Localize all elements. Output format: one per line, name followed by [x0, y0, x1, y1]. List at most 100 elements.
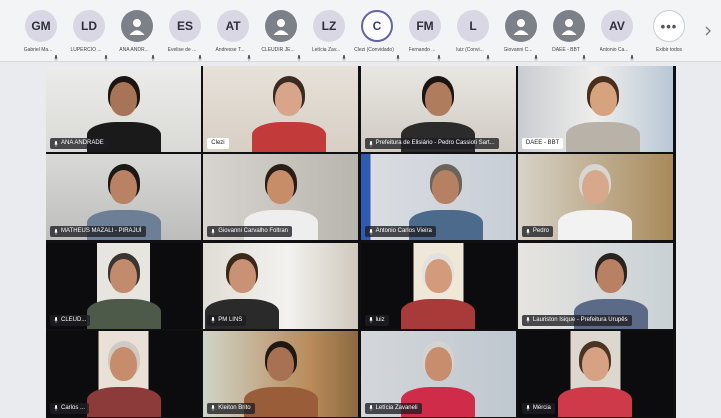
mic-icon	[54, 317, 58, 323]
mic-icon	[54, 140, 58, 147]
video-tile[interactable]: Giovanni Carvalho Foltran	[203, 154, 359, 241]
participant-name: Clezi (Convidado)	[354, 47, 394, 53]
participant-chip[interactable]: FM Fernando ...	[400, 10, 450, 61]
video-tile[interactable]: Pedro	[517, 154, 673, 241]
mic-icon	[582, 48, 586, 61]
participant-name: Clezi	[211, 140, 225, 146]
mic-icon	[296, 48, 301, 61]
video-tile[interactable]: Clezi	[203, 66, 359, 152]
mic-icon	[526, 317, 530, 323]
mic-icon	[368, 405, 373, 412]
participant-chip[interactable]: AT Andresse T...	[208, 10, 258, 61]
participant-name: Pedro	[532, 228, 549, 235]
participant-name-tag: Clezi	[207, 138, 229, 149]
more-icon: •••	[653, 10, 685, 42]
participant-name-tag: Letícia Zavaneli	[364, 402, 422, 414]
show-all-button[interactable]: ••• Exibir todos	[644, 10, 694, 58]
mic-icon	[211, 317, 216, 323]
video-tile[interactable]: Carlos ...	[46, 330, 201, 417]
person-icon	[129, 19, 145, 35]
participant-name: Letícia Zav...	[311, 47, 341, 53]
participant-chip[interactable]: AV Antonio Ca...	[592, 10, 642, 61]
participant-name: Andresse T...	[215, 47, 245, 53]
participant-name: MATHEUS MAZALI - PIRAJUÍ	[61, 228, 142, 235]
participant-avatar	[505, 10, 537, 42]
mic-icon	[368, 140, 373, 147]
participant-chip[interactable]: GM Gabriel Ma...	[16, 10, 66, 61]
mic-icon	[54, 228, 58, 235]
participant-name: Fernando ...	[408, 47, 436, 53]
show-all-label: Exibir todos	[655, 47, 683, 53]
video-tile[interactable]: luiz	[360, 242, 516, 329]
video-tile[interactable]: Prefeitura de Elisiário - Pedro Cassioti…	[360, 66, 516, 152]
video-tile[interactable]: DAEE - BBT	[517, 66, 673, 152]
participant-avatar: C	[361, 10, 393, 42]
participant-name: Kleiton Brito	[218, 404, 251, 411]
mic-icon	[150, 48, 155, 61]
video-tile[interactable]: CLEUD...	[46, 242, 201, 329]
participant-name: Giovanni Carvalho Foltran	[218, 228, 288, 235]
participant-avatar: LD	[73, 10, 105, 42]
participant-name: Evelise de ...	[167, 47, 197, 53]
video-tile[interactable]: ANA ANDRADE	[46, 66, 201, 152]
participant-name: luiz	[375, 316, 385, 323]
participant-avatar: ES	[169, 10, 201, 42]
participant-name: DAEE - BBT	[552, 47, 580, 53]
participant-name: ANA ANDR...	[119, 47, 149, 53]
person-icon	[513, 19, 529, 35]
participant-chip[interactable]: CLEUDIR JE...	[256, 10, 306, 61]
participant-chip[interactable]: C Clezi (Convidado)	[352, 10, 402, 61]
mic-icon	[342, 48, 346, 61]
participant-name-tag: Giovanni Carvalho Foltran	[207, 226, 292, 238]
participant-chip[interactable]: Giovanni C...	[496, 10, 546, 61]
mic-icon	[368, 228, 373, 235]
person-icon	[561, 19, 577, 35]
participant-chip[interactable]: ES Evelise de ...	[160, 10, 210, 61]
mic-icon	[485, 48, 490, 61]
participant-name-tag: Mércia	[521, 402, 555, 414]
mic-icon	[526, 228, 530, 235]
mic-icon	[211, 228, 216, 235]
participant-chip[interactable]: Lluiz (Convi...	[448, 10, 498, 61]
mic-icon	[211, 405, 216, 412]
participant-name-tag: PM LINS	[207, 314, 247, 326]
participant-chip[interactable]: LZ Letícia Zav...	[304, 10, 354, 61]
participant-avatar: FM	[409, 10, 441, 42]
mic-icon	[437, 48, 442, 61]
participant-name: luiz (Convi...	[456, 47, 484, 53]
video-tile[interactable]: MATHEUS MAZALI - PIRAJUÍ	[46, 154, 201, 241]
mic-icon	[526, 405, 530, 412]
video-tile[interactable]: PM LINS	[203, 242, 359, 329]
participant-name: Letícia Zavaneli	[375, 404, 418, 411]
participant-name-tag: Pedro	[521, 226, 553, 238]
video-tile[interactable]: Kleiton Brito	[203, 330, 359, 417]
participant-name: Gabriel Ma...	[23, 47, 53, 53]
mic-icon	[534, 48, 539, 61]
participant-name: Lauriston Isique - Prefeitura Urupês	[532, 316, 628, 323]
participant-chip[interactable]: ANA ANDR...	[112, 10, 162, 61]
participant-name: Giovanni C...	[503, 47, 533, 53]
participant-avatar	[553, 10, 585, 42]
participant-chip[interactable]: LD LUPERCIO ...	[64, 10, 114, 61]
mic-icon	[54, 405, 58, 412]
participant-avatar: LZ	[313, 10, 345, 42]
mic-icon	[368, 317, 373, 323]
participant-name-tag: DAEE - BBT	[521, 138, 564, 149]
participant-name: Mércia	[532, 404, 551, 411]
mic-icon	[198, 48, 203, 61]
video-tile[interactable]: Antonio Carlos Vieira	[360, 154, 516, 241]
video-tile[interactable]: Letícia Zavaneli	[360, 330, 516, 417]
mic-icon	[630, 48, 635, 61]
participant-name: Carlos ...	[61, 404, 86, 411]
participant-name: CLEUD...	[61, 316, 87, 323]
participant-avatar: L	[457, 10, 489, 42]
video-tile[interactable]: Mércia	[517, 330, 673, 417]
participant-name-tag: Prefeitura de Elisiário - Pedro Cassioti…	[364, 138, 499, 149]
participant-chip[interactable]: DAEE - BBT	[544, 10, 594, 61]
video-tile[interactable]: Lauriston Isique - Prefeitura Urupês	[517, 242, 673, 329]
mic-icon	[103, 48, 108, 61]
chevron-right-icon[interactable]	[703, 24, 713, 36]
video-grid: ANA ANDRADE Clezi Prefeitura de Elisiário …	[46, 66, 676, 418]
participant-name-tag: CLEUD...	[50, 314, 91, 326]
participants-bar: GM Gabriel Ma... LD LUPERCIO ... ANA ANDR...…	[0, 0, 721, 62]
